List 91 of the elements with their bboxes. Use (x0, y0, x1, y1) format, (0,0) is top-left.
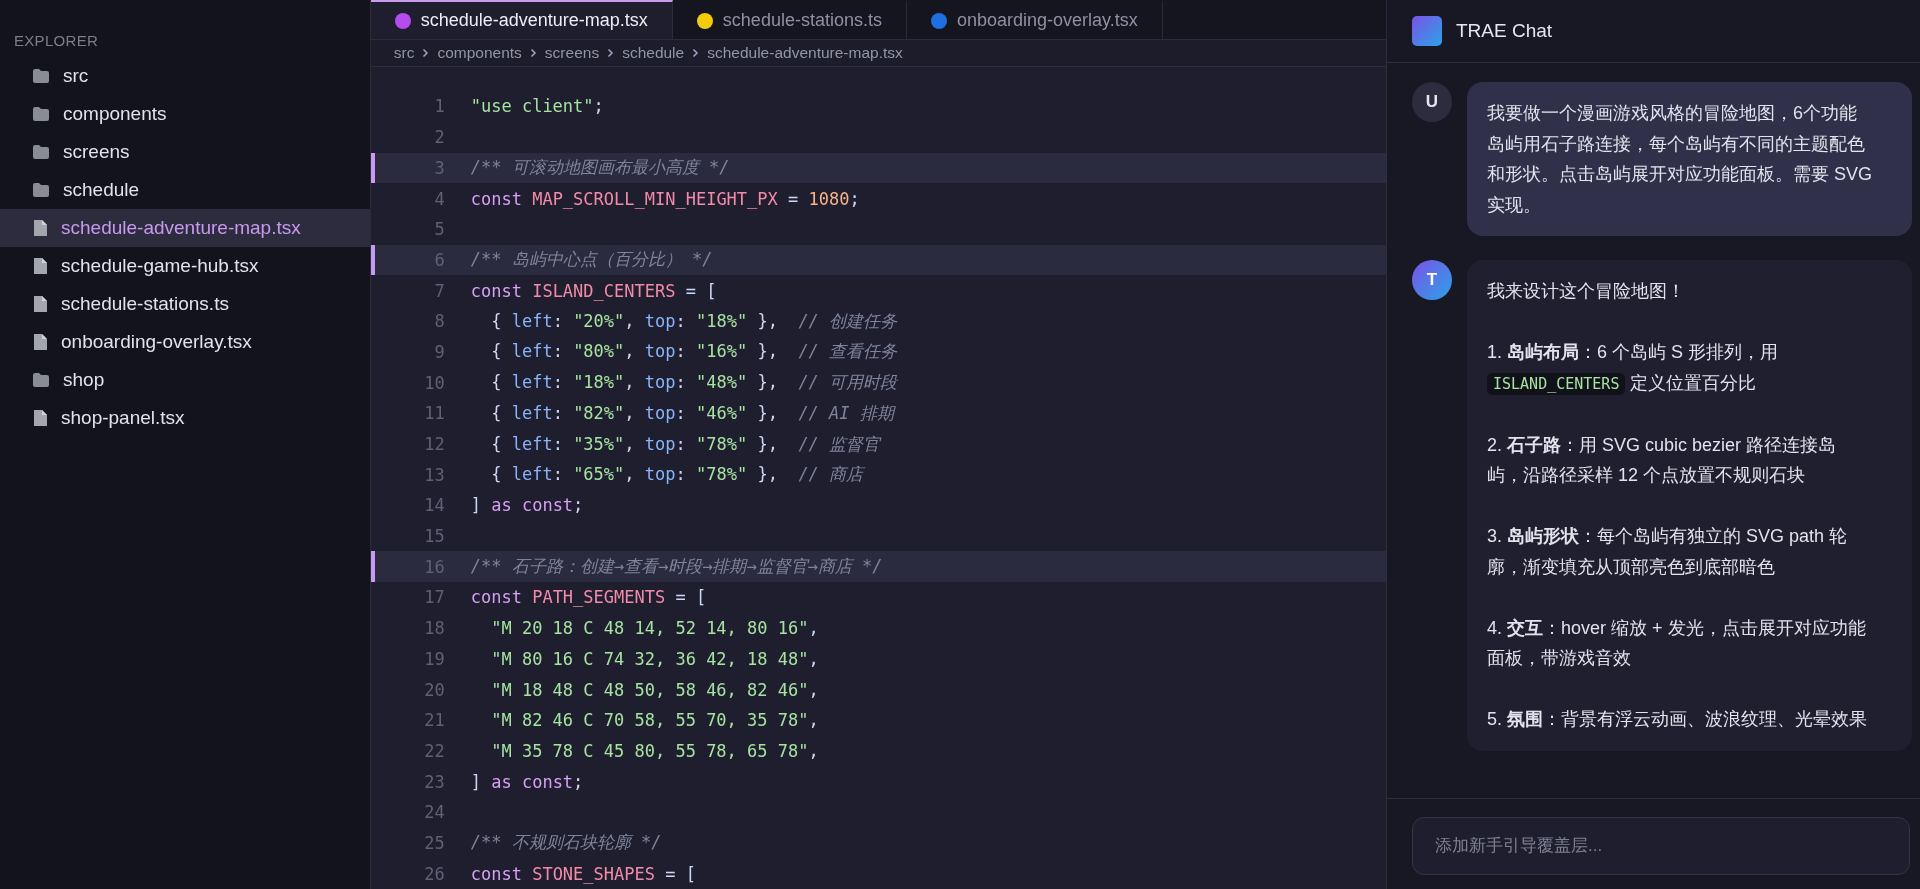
code-text: "M 18 48 C 48 50, 58 46, 82 46", (490, 679, 819, 700)
line-number: 21 (423, 710, 446, 731)
message-text: 5. 氛围：背景有浮云动画、波浪纹理、光晕效果 (1487, 708, 1868, 731)
message-text: 1. 岛屿布局：6 个岛屿 S 形排列，用 ISLAND_CENTERS 定义位置百分比 (1487, 341, 1780, 397)
code-text: "M 80 16 C 74 32, 36 42, 18 48", (490, 648, 819, 669)
file-item[interactable]: schedule-game-hub.tsx (0, 247, 370, 285)
code-text: /** 可滚动地图画布最小高度 */ (470, 156, 730, 180)
line-number: 17 (423, 587, 446, 608)
breadcrumb-item[interactable]: components (437, 44, 522, 63)
file-item[interactable]: shop-panel.tsx (0, 399, 370, 437)
file-item[interactable]: onboarding-overlay.tsx (0, 323, 370, 361)
line-number: 4 (433, 188, 446, 209)
code-text: { left: "20%", top: "18%" }, // 创建任务 (490, 309, 898, 333)
line-number: 12 (423, 434, 446, 455)
folder-item[interactable]: schedule (0, 171, 370, 209)
message-text: 2. 石子路：用 SVG cubic bezier 路径连接岛屿，沿路径采样 12 个点放置不规则石块 (1487, 433, 1838, 487)
code-text: { left: "80%", top: "16%" }, // 查看任务 (490, 340, 898, 364)
line-number: 11 (423, 403, 446, 424)
line-number: 7 (433, 280, 446, 301)
explorer-title: EXPLORER (13, 32, 100, 51)
code-text: "M 20 18 C 48 14, 52 14, 80 16", (490, 618, 819, 639)
chevron-icon (692, 48, 700, 59)
message-text: 3. 岛屿形状：每个岛屿有独立的 SVG path 轮廓，渐变填充从顶部亮色到底部暗色 (1487, 525, 1849, 579)
line-number: 2 (433, 127, 446, 148)
code-text: { left: "82%", top: "46%" }, // AI 排期 (490, 401, 894, 425)
code-text: "use client"; (470, 96, 604, 117)
code-text: const STONE_SHAPES = [ (470, 863, 696, 884)
file-icon (32, 333, 48, 351)
line-number: 15 (423, 526, 446, 547)
editor-tab[interactable]: onboarding-overlay.tsx (906, 0, 1163, 40)
chevron-icon (607, 48, 615, 59)
code-text: /** 石子路：创建→查看→时段→排期→监督官→商店 */ (470, 555, 883, 579)
line-number: 22 (423, 740, 446, 761)
code-text: { left: "18%", top: "48%" }, // 可用时段 (490, 371, 898, 395)
breadcrumb-item[interactable]: schedule (622, 44, 685, 63)
editor-tab[interactable]: schedule-stations.ts (672, 0, 907, 40)
line-number: 20 (423, 679, 446, 700)
breadcrumb-item[interactable]: screens (544, 44, 600, 63)
line-number: 5 (433, 219, 446, 240)
folder-icon (32, 182, 50, 198)
folder-item[interactable]: shop (0, 361, 370, 399)
code-text: /** 不规则石块轮廓 */ (470, 831, 662, 855)
line-number: 10 (423, 372, 446, 393)
editor-tab[interactable]: schedule-adventure-map.tsx (370, 0, 673, 40)
line-number: 1 (433, 96, 446, 117)
code-text: /** 岛屿中心点（百分比） */ (470, 248, 713, 272)
file-icon (32, 219, 48, 237)
line-number: 23 (423, 771, 446, 792)
file-icon (32, 295, 48, 313)
line-number: 8 (433, 311, 446, 332)
code-text: const MAP_SCROLL_MIN_HEIGHT_PX = 1080; (470, 188, 860, 209)
breadcrumb-item[interactable]: src (393, 44, 415, 63)
folder-icon (32, 372, 50, 388)
message-text: 4. 交互：hover 缩放 + 发光，点击展开对应功能面板，带游戏音效 (1487, 616, 1867, 670)
chat-title: TRAE Chat (1456, 20, 1553, 42)
code-text: ] as const; (470, 771, 584, 792)
code-text: const PATH_SEGMENTS = [ (470, 587, 707, 608)
assistant-avatar: T (1412, 260, 1452, 300)
folder-item[interactable]: components (0, 95, 370, 133)
user-avatar: U (1412, 82, 1452, 122)
breadcrumb-item[interactable]: schedule-adventure-map.tsx (707, 44, 903, 63)
code-text: "M 35 78 C 45 80, 55 78, 65 78", (490, 740, 819, 761)
file-item[interactable]: schedule-stations.ts (0, 285, 370, 323)
inline-code: ISLAND_CENTERS (1487, 372, 1626, 395)
line-number: 19 (423, 648, 446, 669)
code-text: { left: "65%", top: "78%" }, // 商店 (490, 463, 864, 487)
code-text: { left: "35%", top: "78%" }, // 监督官 (490, 432, 881, 456)
line-number: 13 (423, 464, 446, 485)
code-text: ] as const; (470, 495, 584, 516)
line-number: 24 (423, 802, 446, 823)
file-icon (32, 409, 48, 427)
message-text: 我要做一个漫画游戏风格的冒险地图，6个功能岛屿用石子路连接，每个岛屿有不同的主题配色和形状。点击岛屿展开对应功能面板。需要 SVG 实现。 (1487, 102, 1872, 217)
logo-icon (1412, 16, 1442, 46)
chat-input-field[interactable]: 添加新手引导覆盖层... (1412, 817, 1910, 875)
folder-icon (32, 68, 50, 84)
folder-item[interactable]: src (0, 57, 370, 95)
chevron-icon (529, 48, 537, 59)
code-text: const ISLAND_CENTERS = [ (470, 280, 717, 301)
line-number: 26 (423, 863, 446, 884)
message-text: 我来设计这个冒险地图！ (1487, 280, 1686, 303)
chevron-icon (422, 48, 430, 59)
line-number: 18 (423, 618, 446, 639)
line-number: 14 (423, 495, 446, 516)
line-number: 25 (423, 832, 446, 853)
file-item[interactable]: schedule-adventure-map.tsx (0, 209, 370, 247)
line-number: 9 (433, 341, 446, 362)
folder-icon (32, 106, 50, 122)
folder-icon (32, 144, 50, 160)
code-text: "M 82 46 C 70 58, 55 70, 35 78", (490, 710, 819, 731)
folder-item[interactable]: screens (0, 133, 370, 171)
file-icon (32, 257, 48, 275)
